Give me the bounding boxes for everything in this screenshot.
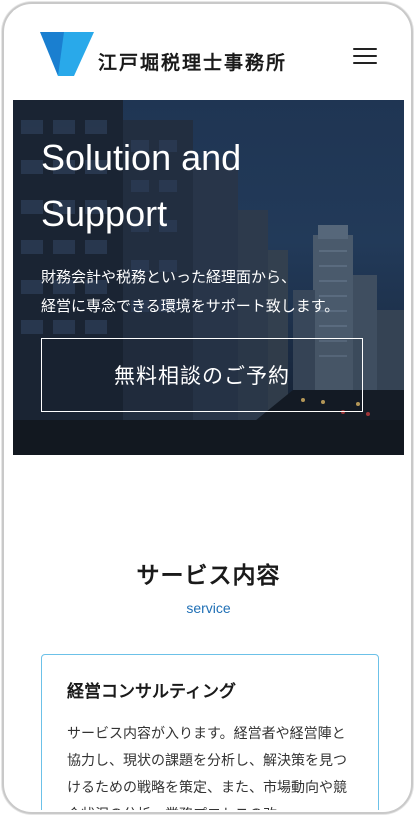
hero-section: Solution and Support 財務会計や税務といった経理面から、 経… bbox=[13, 100, 404, 455]
consultation-booking-button[interactable]: 無料相談のご予約 bbox=[41, 338, 363, 412]
services-title: サービス内容 bbox=[136, 563, 281, 589]
services-subtitle: service bbox=[186, 600, 231, 616]
site-header: 江戸堀税理士事務所 bbox=[13, 10, 404, 96]
hero-text-line1: 財務会計や税務といった経理面から、 bbox=[41, 268, 297, 286]
service-card-title: 経営コンサルティング bbox=[67, 682, 236, 702]
hero-title-line2: Support bbox=[41, 193, 168, 234]
service-card[interactable]: 経営コンサルティング サービス内容が入ります。経営者や経営陣と協力し、現状の課題… bbox=[41, 654, 379, 810]
screen: 江戸堀税理士事務所 Solution and Support 財務会計や税務とい… bbox=[13, 10, 404, 810]
hero-description: 財務会計や税務といった経理面から、 経営に専念できる環境をサポート致します。 bbox=[41, 263, 391, 321]
hero-title-line1: Solution and bbox=[41, 137, 242, 178]
hero-text-line2: 経営に専念できる環境をサポート致します。 bbox=[41, 297, 340, 315]
hero-title: Solution and Support bbox=[41, 130, 381, 242]
hamburger-icon[interactable] bbox=[353, 48, 377, 68]
site-name[interactable]: 江戸堀税理士事務所 bbox=[98, 48, 287, 75]
service-card-text: サービス内容が入ります。経営者や経営陣と協力し、現状の課題を分析し、解決策を見つ… bbox=[67, 726, 347, 810]
device-frame: 江戸堀税理士事務所 Solution and Support 財務会計や税務とい… bbox=[2, 2, 413, 814]
logo-icon[interactable] bbox=[40, 32, 94, 76]
